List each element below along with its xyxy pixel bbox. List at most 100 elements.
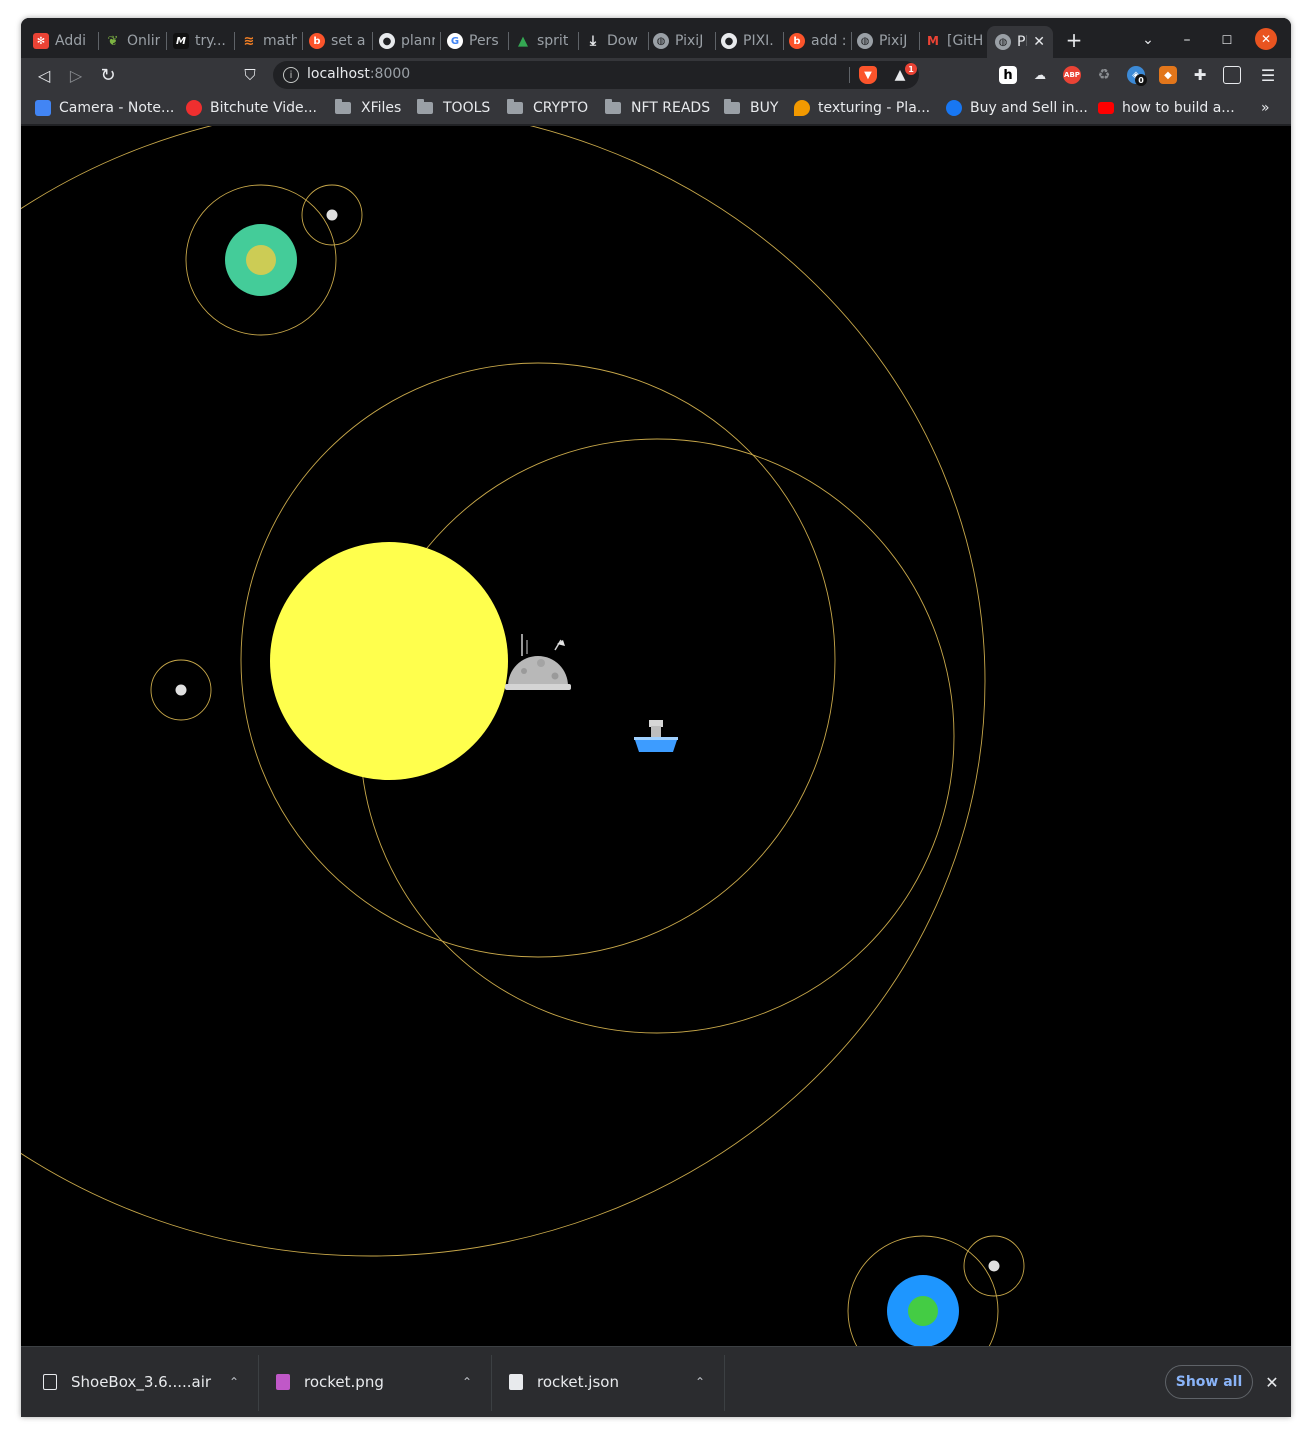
bookmark-label: Bitchute Vide...	[210, 100, 317, 116]
left-moon	[175, 684, 187, 696]
forward-icon[interactable]: ▷	[64, 63, 88, 87]
tab-title: Dow	[607, 33, 638, 49]
game-canvas[interactable]	[21, 126, 1291, 1346]
stackoverflow-icon: ≋	[243, 33, 255, 49]
tab-title: add :	[811, 33, 847, 49]
orbit-paths	[21, 126, 1025, 1346]
bookmark-youtube[interactable]: how to build a...	[1098, 98, 1235, 118]
bookmark-texturing[interactable]: texturing - Pla...	[794, 98, 930, 118]
download-item-rocket-json[interactable]: rocket.json ⌃	[509, 1347, 735, 1417]
tab-title: try...	[195, 33, 226, 49]
google-drive-icon: ▲	[518, 33, 528, 49]
json-file-icon	[509, 1374, 523, 1390]
brave-search-icon: b	[789, 33, 805, 49]
url-host: localhost	[307, 66, 370, 82]
folder-icon	[507, 99, 523, 114]
close-tab-icon[interactable]: ✕	[1033, 34, 1045, 50]
chevron-up-icon[interactable]: ⌃	[229, 1375, 239, 1389]
folder-icon	[724, 99, 740, 114]
brave-search-icon: b	[309, 33, 325, 49]
tab-title: PIXI.	[743, 33, 774, 49]
space-station	[505, 634, 571, 690]
wallet-icon[interactable]	[1223, 66, 1241, 84]
tab-title: PixiJ	[675, 33, 704, 49]
cloud-extension-icon[interactable]: ☁	[1031, 66, 1049, 84]
download-icon: ⤓	[589, 33, 597, 49]
tab-title: PixiJ	[879, 33, 908, 49]
bookmark-folder-xfiles[interactable]: XFiles	[335, 98, 401, 118]
globe-icon: ◍	[653, 33, 669, 49]
tab-title: sprit	[537, 33, 569, 49]
bookmark-icon[interactable]: ⛉	[238, 63, 262, 87]
metamask-fox-icon[interactable]: ◆	[1159, 66, 1177, 84]
back-icon[interactable]: ◁	[32, 63, 56, 87]
bookmark-folder-tools[interactable]: TOOLS	[417, 98, 490, 118]
download-item-rocket-png[interactable]: rocket.png ⌃	[276, 1347, 502, 1417]
bookmark-folder-buy[interactable]: BUY	[724, 98, 778, 118]
extensions-puzzle-icon[interactable]: ✚	[1191, 66, 1209, 84]
bottom-moon	[988, 1260, 1000, 1272]
site-info-icon[interactable]: i	[283, 67, 299, 83]
tab-7[interactable]: G Pers	[447, 28, 503, 54]
gmail-icon: M	[927, 34, 939, 48]
tab-search-chevron-icon[interactable]: ⌄	[1136, 28, 1160, 52]
tab-11[interactable]: ● PIXI.	[721, 28, 781, 54]
tab-4[interactable]: ≋ math	[241, 28, 297, 54]
maximize-icon[interactable]: ☐	[1215, 28, 1239, 52]
download-item-shoebox[interactable]: ShoeBox_3.6.....air ⌃	[43, 1347, 269, 1417]
chevron-up-icon[interactable]: ⌃	[462, 1375, 472, 1389]
tab-14[interactable]: M [GitH	[925, 28, 983, 54]
bookmarks-overflow-button[interactable]: »	[1261, 98, 1270, 118]
minimize-icon[interactable]: –	[1175, 28, 1199, 52]
honey-h-icon[interactable]: h	[999, 66, 1017, 84]
leaf-icon: ❦	[107, 33, 119, 49]
globe-icon: ◍	[857, 33, 873, 49]
address-bar[interactable]: i localhost:8000	[273, 61, 919, 89]
brave-shields-icon[interactable]: ▼	[859, 66, 877, 84]
chevron-up-icon[interactable]: ⌃	[695, 1375, 705, 1389]
close-window-icon[interactable]: ✕	[1255, 28, 1277, 50]
tab-active[interactable]: ◍ Pl ✕	[987, 26, 1053, 58]
wallet-count-badge: 0	[1135, 74, 1147, 86]
bookmark-label: XFiles	[361, 100, 402, 116]
show-all-downloads-button[interactable]: Show all	[1165, 1365, 1253, 1399]
bookmark-label: texturing - Pla...	[818, 100, 931, 116]
bookmark-bitchute[interactable]: Bitchute Vide...	[186, 98, 317, 118]
url-text[interactable]: localhost:8000	[307, 66, 410, 82]
tab-5[interactable]: b set a	[309, 28, 367, 54]
bookmark-label: TOOLS	[443, 100, 491, 116]
new-tab-button[interactable]: +	[1062, 28, 1086, 52]
m-logo-icon: M	[173, 33, 189, 49]
toolbar: ◁ ▷ ↻ ⛉ i localhost:8000 ▼ ▲ 1 h ☁ ABP ♻…	[21, 58, 1291, 92]
recycle-icon[interactable]: ♻	[1095, 66, 1113, 84]
bookmarks-bar: Camera - Note... Bitchute Vide... XFiles…	[21, 92, 1291, 125]
reload-icon[interactable]: ↻	[96, 63, 120, 87]
bookmark-camera[interactable]: Camera - Note...	[35, 98, 174, 118]
bookmark-facebook[interactable]: Buy and Sell in...	[946, 98, 1088, 118]
bookmark-folder-nft-reads[interactable]: NFT READS	[605, 98, 710, 118]
download-filename: rocket.png	[304, 1373, 384, 1391]
youtube-icon	[1098, 102, 1114, 114]
bookmark-label: how to build a...	[1122, 100, 1235, 116]
bookmark-folder-crypto[interactable]: CRYPTO	[507, 98, 588, 118]
spaceship	[634, 720, 678, 752]
close-download-shelf-icon[interactable]: ✕	[1261, 1371, 1283, 1393]
tab-3[interactable]: Mtry...	[173, 28, 229, 54]
tab-title: Pers	[469, 33, 499, 49]
bookmark-label: Buy and Sell in...	[970, 100, 1088, 116]
google-icon: G	[447, 33, 463, 49]
tab-12[interactable]: b add :	[789, 28, 847, 54]
tab-8[interactable]: ▲ sprit	[515, 28, 573, 54]
location-pin-icon	[794, 100, 810, 116]
tab-10[interactable]: ◍ PixiJ	[653, 28, 711, 54]
menu-icon[interactable]: ☰	[1256, 63, 1280, 87]
tab-title: Onlir	[127, 33, 161, 49]
tab-6[interactable]: ● planr	[379, 28, 435, 54]
tab-13[interactable]: ◍ PixiJ	[857, 28, 915, 54]
tab-9[interactable]: ⤓ Dow	[585, 28, 643, 54]
tab-2[interactable]: ❦ Onlir	[105, 28, 161, 54]
tab-1[interactable]: ✻ Addi	[33, 28, 93, 54]
rewards-badge: 1	[905, 63, 917, 75]
github-icon: ●	[379, 33, 395, 49]
adblock-icon[interactable]: ABP	[1063, 66, 1081, 84]
